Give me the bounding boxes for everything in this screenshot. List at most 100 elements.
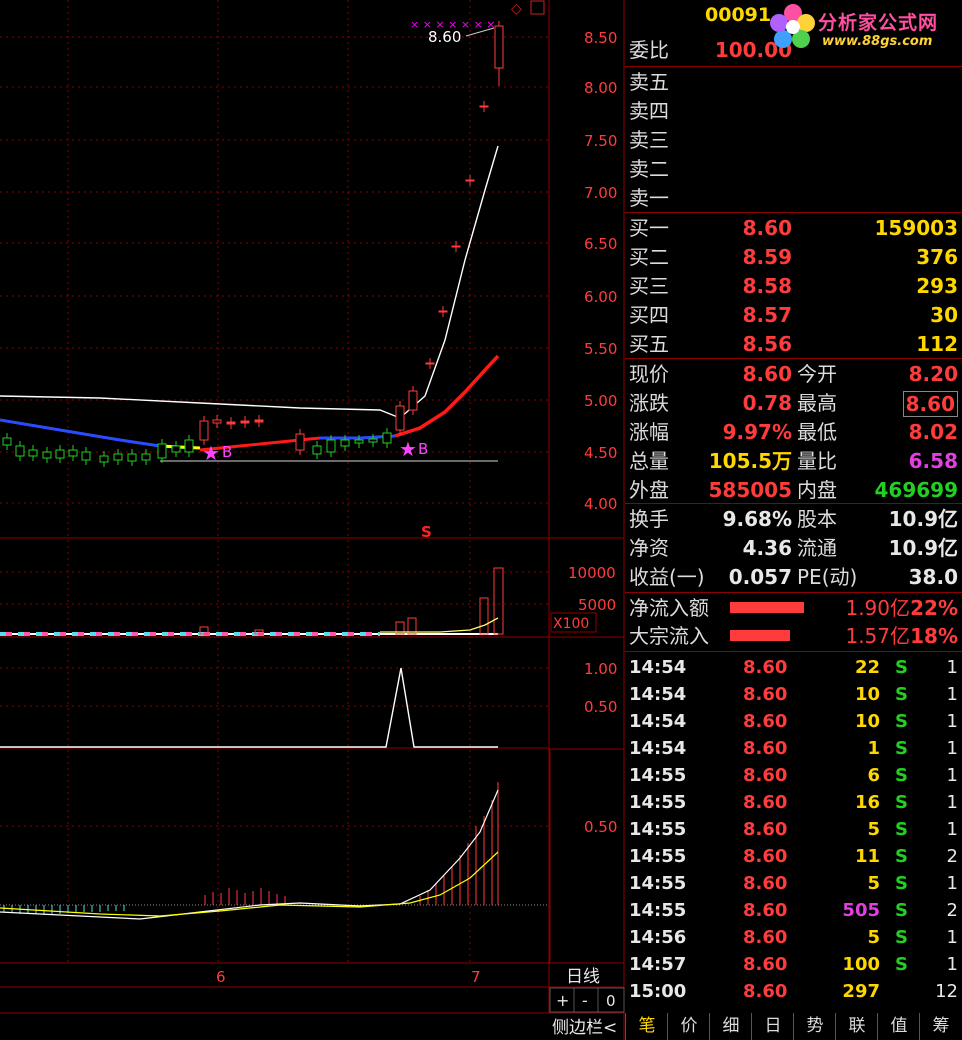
stock-code: 00091 <box>705 4 772 26</box>
stat-label: 现价 <box>629 362 669 386</box>
tab-2[interactable]: 细 <box>709 1013 752 1040</box>
zoom-in-button[interactable]: + <box>556 991 569 1010</box>
tick-row[interactable]: 14:54 8.60 22 S 1 <box>625 654 962 681</box>
tick-side: S <box>895 738 908 759</box>
tick-row[interactable]: 14:55 8.60 505 S 2 <box>625 897 962 924</box>
candle-body <box>157 443 167 459</box>
candle-body <box>395 405 405 431</box>
tab-5[interactable]: 联 <box>835 1013 878 1040</box>
stat-row: 涨幅 9.97% 最低 8.02 <box>625 418 962 446</box>
flow-label: 大宗流入 <box>629 624 709 648</box>
tick-time: 14:56 <box>629 927 687 948</box>
bid-volume: 293 <box>916 274 958 298</box>
tab-7[interactable]: 筹 <box>919 1013 962 1040</box>
tick-time: 14:55 <box>629 819 687 840</box>
kline-chart[interactable]: × × × × × × × 8.60 ◇ ★ B ★ B S 8.508.007… <box>0 0 625 1040</box>
bid-volume: 376 <box>916 245 958 269</box>
tick-time: 14:54 <box>629 738 687 759</box>
tick-time: 14:57 <box>629 954 687 975</box>
buy-marker-1: B <box>222 443 232 461</box>
ask-row: 卖二 <box>625 155 962 183</box>
flower-logo-icon <box>770 4 815 48</box>
candle-body <box>127 453 137 462</box>
candle-body <box>15 445 25 457</box>
bid-price: 8.57 <box>742 303 792 327</box>
tick-side: S <box>895 657 908 678</box>
candle-body <box>326 439 336 453</box>
weibi-label: 委比 <box>629 38 669 62</box>
stat-value: 8.20 <box>908 362 958 386</box>
flow-label: 净流入额 <box>629 596 709 620</box>
stat-value: 9.97% <box>722 420 792 444</box>
tick-row[interactable]: 14:55 8.60 5 S 1 <box>625 870 962 897</box>
tick-time: 14:55 <box>629 873 687 894</box>
fundamental-value: 0.057 <box>728 565 792 589</box>
tick-side: S <box>895 873 908 894</box>
volume-gridlines <box>0 571 549 605</box>
tab-0[interactable]: 笔 <box>625 1013 668 1040</box>
fundamental-label: PE(动) <box>797 565 858 589</box>
tick-row[interactable]: 14:57 8.60 100 S 1 <box>625 951 962 978</box>
window-icon[interactable] <box>530 0 545 15</box>
tick-row[interactable]: 14:56 8.60 5 S 1 <box>625 924 962 951</box>
candle-body <box>42 451 52 459</box>
candle-body <box>171 445 181 453</box>
star-icon: ★ <box>399 437 417 461</box>
tab-6[interactable]: 值 <box>877 1013 920 1040</box>
tick-row[interactable]: 14:55 8.60 16 S 1 <box>625 789 962 816</box>
stat-label: 最低 <box>797 420 837 444</box>
fundamental-label: 流通 <box>797 536 837 560</box>
candle-body <box>254 419 264 423</box>
stat-row: 总量 105.5万 量比 6.58 <box>625 447 962 475</box>
tick-row[interactable]: 14:54 8.60 10 S 1 <box>625 708 962 735</box>
fundamental-label: 净资 <box>629 536 669 560</box>
sidebar-toggle-button[interactable]: 侧边栏< <box>552 1018 617 1038</box>
bid-row: 买二 8.59 376 <box>625 243 962 271</box>
tick-row[interactable]: 14:55 8.60 6 S 1 <box>625 762 962 789</box>
stat-label: 涨幅 <box>629 420 669 444</box>
stat-value: 8.60 <box>902 391 958 417</box>
fundamental-value: 38.0 <box>908 565 958 589</box>
tick-row[interactable]: 14:55 8.60 5 S 1 <box>625 816 962 843</box>
tick-price: 8.60 <box>743 819 788 840</box>
bid-label: 买三 <box>629 274 669 298</box>
tick-row[interactable]: 14:55 8.60 11 S 2 <box>625 843 962 870</box>
candle-body <box>68 449 78 457</box>
tab-4[interactable]: 势 <box>793 1013 836 1040</box>
bid-row: 买四 8.57 30 <box>625 301 962 329</box>
flow-percent: 18% <box>910 624 958 648</box>
tick-time: 14:55 <box>629 900 687 921</box>
tick-row[interactable]: 14:54 8.60 10 S 1 <box>625 681 962 708</box>
ask-label: 卖四 <box>629 99 669 123</box>
price-tick: 4.50 <box>584 444 617 462</box>
bid-row: 买三 8.58 293 <box>625 272 962 300</box>
indicator1-gridlines <box>0 667 549 707</box>
indicator1-tick: 0.50 <box>584 698 617 716</box>
period-label[interactable]: 日线 <box>566 967 600 987</box>
price-tick: 8.50 <box>584 29 617 47</box>
tab-1[interactable]: 价 <box>667 1013 710 1040</box>
tick-row[interactable]: 15:00 8.60 297 12 <box>625 978 962 1005</box>
candle-body <box>199 420 209 441</box>
zoom-out-button[interactable]: - <box>582 991 588 1010</box>
candle-body <box>28 449 38 457</box>
candle-body <box>99 455 109 463</box>
tick-time: 14:55 <box>629 792 687 813</box>
tick-volume: 1 <box>867 738 880 759</box>
tick-price: 8.60 <box>743 765 788 786</box>
stat-value: 8.60 <box>742 362 792 386</box>
bid-price: 8.59 <box>742 245 792 269</box>
bid-volume: 159003 <box>874 216 959 240</box>
tab-3[interactable]: 日 <box>751 1013 794 1040</box>
diamond-icon[interactable]: ◇ <box>511 1 522 17</box>
zoom-value: 0 <box>606 992 616 1010</box>
tick-row[interactable]: 14:54 8.60 1 S 1 <box>625 735 962 762</box>
candle-body <box>240 420 250 424</box>
stat-row: 涨跌 0.78 最高 8.60 <box>625 389 962 417</box>
stat-label: 总量 <box>629 449 669 473</box>
price-tick: 7.00 <box>584 184 617 202</box>
bid-volume: 30 <box>930 303 958 327</box>
tick-count: 2 <box>946 900 958 921</box>
ask-label: 卖一 <box>629 186 669 210</box>
fundamental-row: 净资 4.36 流通 10.9亿 <box>625 534 962 562</box>
